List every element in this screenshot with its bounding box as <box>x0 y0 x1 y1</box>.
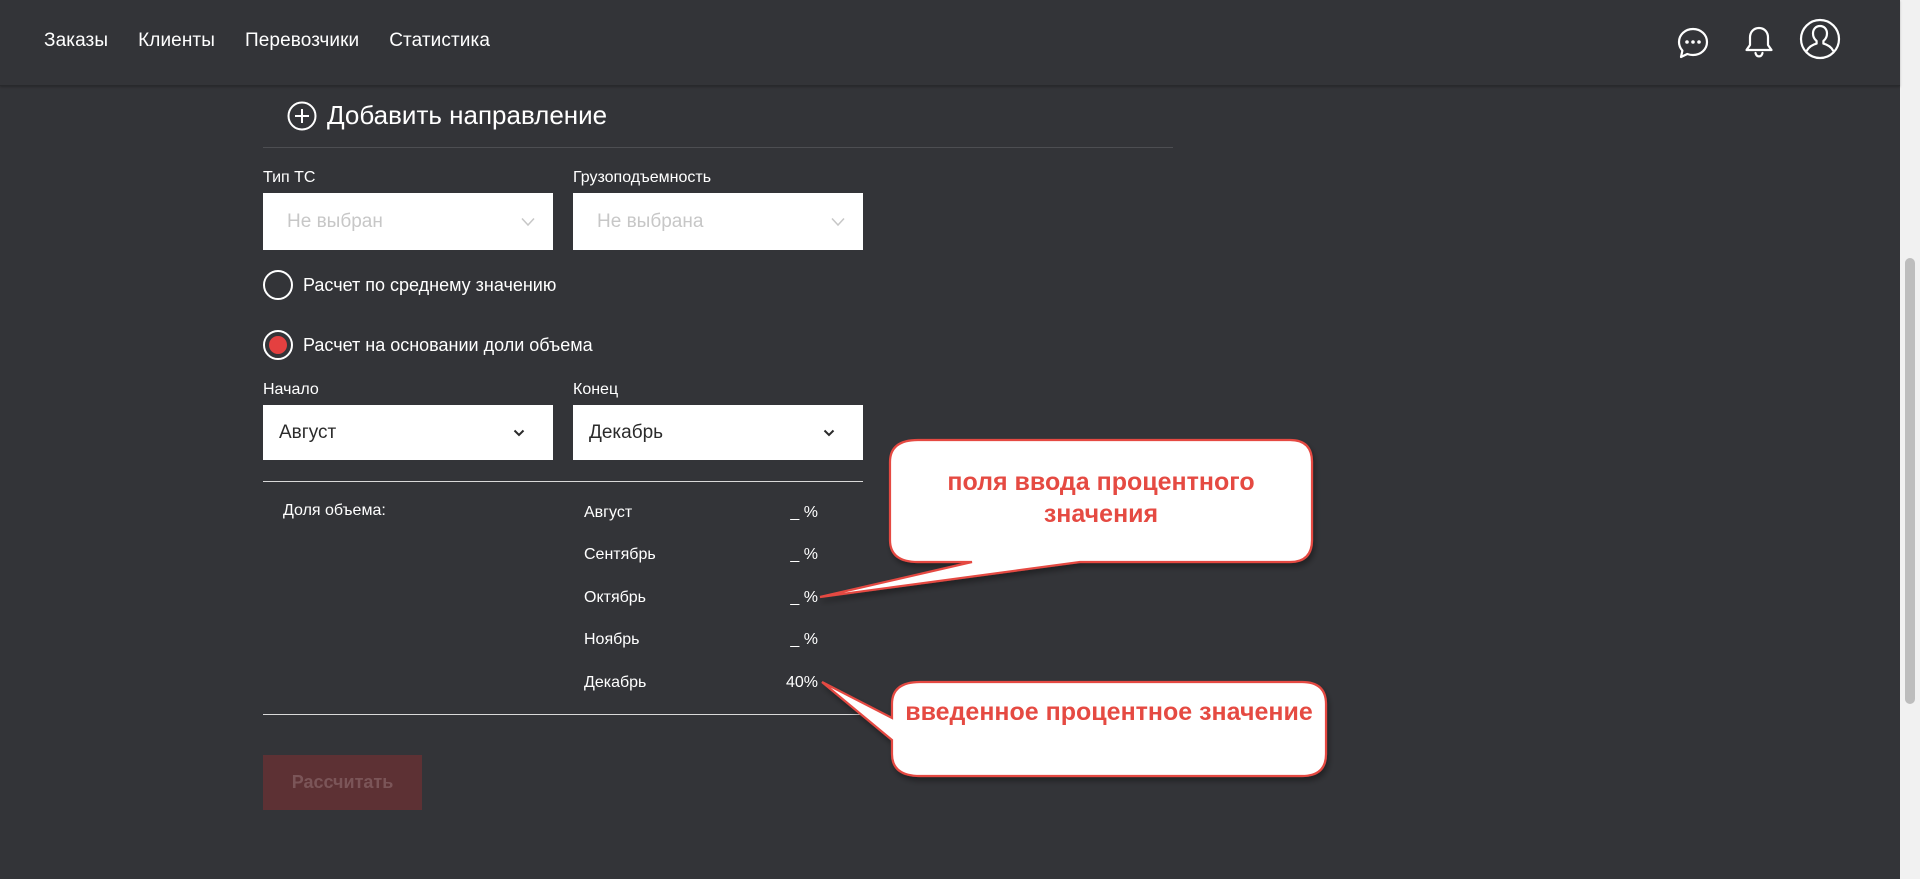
nav-item-carriers[interactable]: Перевозчики <box>245 30 359 52</box>
percent-input[interactable]: 40% <box>786 674 818 692</box>
start-month-value: Август <box>279 421 337 443</box>
percent-input[interactable]: _ % <box>790 546 818 564</box>
radio-average-label: Расчет по среднему значению <box>303 274 557 295</box>
month-name: Октябрь <box>584 589 647 606</box>
plus-circle-icon <box>287 101 317 130</box>
start-label: Начало <box>263 381 319 398</box>
month-row: Август _ % <box>584 504 818 526</box>
month-name: Сентябрь <box>584 546 656 563</box>
main-nav: Заказы Клиенты Перевозчики Статистика <box>44 30 490 52</box>
radio-selected-dot <box>269 336 287 354</box>
end-label: Конец <box>573 381 619 398</box>
user-profile-icon[interactable] <box>1799 18 1841 60</box>
radio-volume-share-label: Расчет на основании доли объема <box>303 334 593 355</box>
chevron-down-icon <box>823 429 835 436</box>
scrollbar-thumb[interactable] <box>1905 258 1915 704</box>
chat-bubble-icon[interactable] <box>1676 26 1710 60</box>
radio-button-checked[interactable] <box>263 330 293 360</box>
notification-bell-icon[interactable] <box>1742 24 1776 60</box>
percent-input[interactable]: _ % <box>790 631 818 649</box>
month-row: Сентябрь _ % <box>584 546 818 568</box>
radio-average-calc[interactable]: Расчет по среднему значению <box>263 270 556 300</box>
table-divider-bottom <box>263 714 863 715</box>
vehicle-type-select[interactable]: Не выбран <box>263 193 553 250</box>
end-month-select[interactable]: Декабрь <box>573 405 863 460</box>
top-header: Заказы Клиенты Перевозчики Статистика <box>0 0 1900 86</box>
end-month-value: Декабрь <box>589 421 664 443</box>
start-month-select[interactable]: Август <box>263 405 553 460</box>
percent-input[interactable]: _ % <box>790 504 818 522</box>
section-divider <box>263 147 1173 148</box>
chevron-down-icon <box>521 217 535 226</box>
add-direction-label: Добавить направление <box>327 100 608 130</box>
callout-input-fields-text: поля ввода процентного значения <box>947 468 1255 528</box>
capacity-label: Грузоподъемность <box>573 169 712 186</box>
percent-input[interactable]: _ % <box>790 589 818 607</box>
volume-share-label: Доля объема: <box>283 502 386 519</box>
nav-item-orders[interactable]: Заказы <box>44 30 108 52</box>
nav-item-clients[interactable]: Клиенты <box>138 30 215 52</box>
chevron-down-icon <box>831 217 845 226</box>
month-name: Ноябрь <box>584 631 640 648</box>
month-row: Октябрь _ % <box>584 589 818 611</box>
month-name: Август <box>584 504 633 521</box>
month-row: Ноябрь _ % <box>584 631 818 653</box>
radio-volume-share-calc[interactable]: Расчет на основании доли объема <box>263 330 593 360</box>
nav-item-statistics[interactable]: Статистика <box>389 30 490 52</box>
callout-entered-value-text: введенное процентное значение <box>905 698 1313 726</box>
capacity-placeholder: Не выбрана <box>597 210 704 232</box>
calculate-button[interactable]: Рассчитать <box>263 755 422 810</box>
month-row: Декабрь 40% <box>584 674 818 696</box>
vehicle-type-placeholder: Не выбран <box>287 210 383 232</box>
table-divider-top <box>263 481 863 482</box>
capacity-select[interactable]: Не выбрана <box>573 193 863 250</box>
vehicle-type-label: Тип ТС <box>263 169 316 186</box>
month-name: Декабрь <box>584 674 647 691</box>
radio-button-unchecked[interactable] <box>263 270 293 300</box>
add-direction-button[interactable]: Добавить направление <box>287 100 607 131</box>
chevron-down-icon <box>513 429 525 436</box>
